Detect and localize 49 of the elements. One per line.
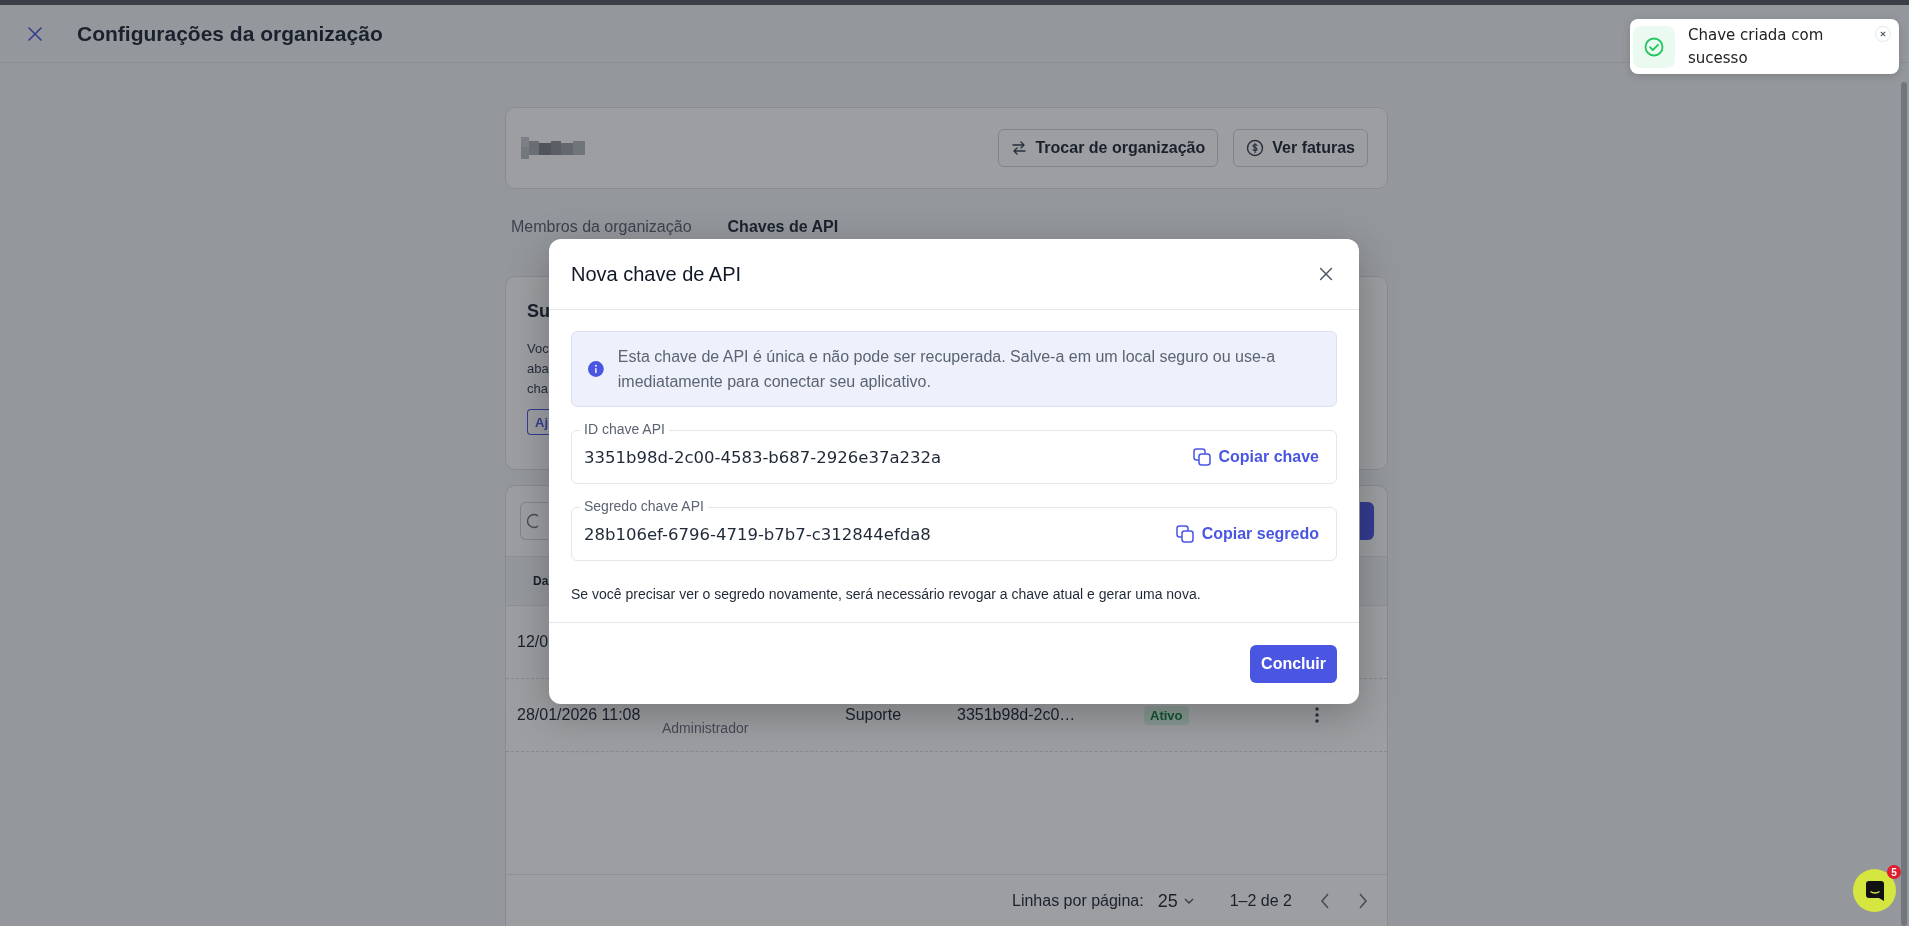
copy-button[interactable]: Copiar chave (1192, 448, 1319, 466)
chevron-down-icon (1183, 898, 1194, 904)
user-role: Administrador (662, 719, 750, 736)
field-label: ID chave API (580, 421, 669, 437)
close-icon[interactable] (1875, 26, 1891, 42)
dollar-icon (1246, 139, 1265, 157)
card-title: Su (527, 301, 550, 322)
rows-per-page-select[interactable]: 25 (1157, 890, 1194, 912)
info-icon (588, 358, 604, 380)
outline-button[interactable]: Trocar de organização (998, 129, 1219, 167)
card-text: cha (527, 380, 549, 398)
notification-badge: 5 (1887, 865, 1901, 879)
search-field[interactable] (520, 501, 548, 540)
outline-button[interactable]: Aj (527, 409, 550, 435)
field-value: 28b106ef-6796-4719-b7b7-c312844efda8 (584, 524, 932, 544)
scroll-bar[interactable] (1901, 82, 1907, 926)
table-cell-text: Suporte (845, 706, 903, 724)
chat-icon (1865, 880, 1884, 901)
card-text: Voc (527, 340, 549, 358)
toast-message: Chave criada com sucesso (1688, 24, 1825, 69)
dialog-title: Nova chave de API (571, 262, 743, 286)
done-button[interactable]: Concluir (1250, 644, 1337, 683)
table-cell-text: 12/0 (517, 633, 550, 651)
kebab-menu-icon[interactable] (1315, 707, 1319, 723)
info-text: Esta chave de API é única e não pode ser recuperada. Salve-a em um local seguro ou use-a imediatamente para conectar seu aplicativo. (617, 347, 1277, 392)
table-cell-text: 3351b98d-2c0… (957, 706, 1077, 724)
table-cell-text: 28/01/2026 11:08 (517, 706, 642, 724)
field-label: Segredo chave API (580, 498, 708, 514)
copy-button[interactable]: Copiar segredo (1175, 525, 1319, 543)
page-range: 1–2 de 2 (1229, 892, 1292, 910)
status-badge: Ativo (1144, 705, 1189, 725)
previous-page-icon[interactable] (1319, 893, 1330, 909)
primary-button[interactable] (1360, 501, 1374, 540)
search-icon (524, 512, 538, 529)
note-text: Se você precisar ver o segredo novamente, será necessário revogar a chave atual e gerar uma nova. (571, 586, 1202, 602)
column-header: Da (533, 574, 549, 588)
card-text: aba (527, 360, 549, 378)
chat-button[interactable] (1853, 869, 1896, 912)
page-title: Configurações da organização (77, 21, 383, 46)
tab[interactable]: Membros da organização (511, 218, 692, 236)
next-page-icon[interactable] (1357, 893, 1368, 909)
tab[interactable]: Chaves de API (727, 218, 839, 236)
close-icon[interactable] (1317, 265, 1335, 283)
rows-per-page-label: Linhas por página: (1012, 892, 1144, 910)
swap-icon (1011, 140, 1028, 156)
outline-button[interactable]: Ver faturas (1233, 129, 1368, 167)
field-value: 3351b98d-2c00-4583-b687-2926e37a232a (584, 447, 943, 467)
copy-icon (1175, 525, 1194, 543)
copy-icon (1192, 448, 1211, 466)
